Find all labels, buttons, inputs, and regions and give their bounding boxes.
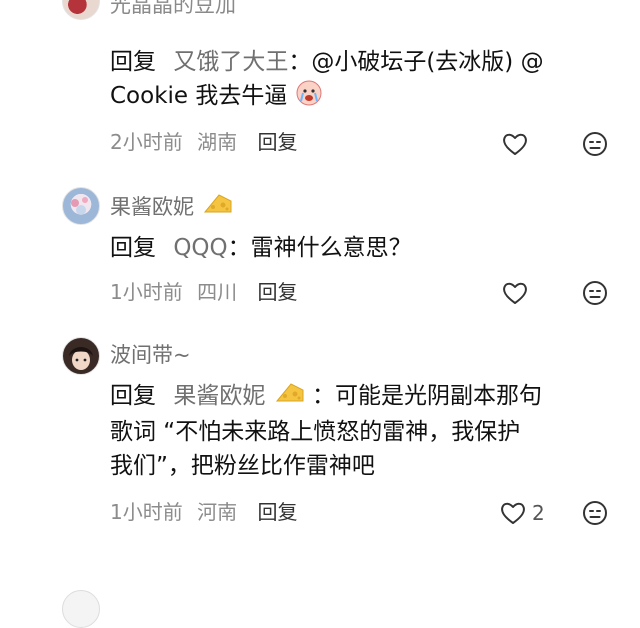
heart-outline-icon[interactable]	[499, 499, 527, 527]
content-text-line2: Cookie 我去牛逼	[110, 83, 288, 109]
reply-keyword: 回复	[110, 235, 156, 261]
username[interactable]: 波间带~	[110, 340, 191, 370]
colon: ：	[288, 49, 312, 75]
reply-button[interactable]: 回复	[257, 500, 297, 524]
comment-meta: 1小时前 四川 回复	[110, 278, 297, 306]
colon: ：	[227, 235, 251, 261]
username[interactable]: 光晶晶的豆加	[110, 0, 236, 20]
content-text-line1: 可能是光阴副本那句	[334, 383, 542, 409]
like-count: 2	[532, 501, 545, 525]
location: 湖南	[197, 130, 238, 154]
reply-keyword: 回复	[110, 49, 156, 75]
reply-button[interactable]: 回复	[257, 280, 297, 304]
location: 四川	[197, 280, 238, 304]
content-text: 雷神什么意思？	[250, 235, 412, 261]
mention-user[interactable]: 果酱欧妮	[173, 383, 312, 409]
username-text[interactable]: 果酱欧妮	[110, 195, 194, 219]
content-text-line3: 我们”，把粉丝比作雷神吧	[110, 453, 375, 479]
timestamp: 1小时前	[110, 280, 183, 304]
username[interactable]: 果酱欧妮	[110, 192, 233, 224]
heart-outline-icon[interactable]	[501, 279, 529, 307]
mention-user[interactable]: 又饿了大王	[173, 49, 288, 75]
next-comment-partial	[0, 586, 640, 628]
neutral-face-icon[interactable]	[581, 499, 609, 527]
comment-content: 回复 又饿了大王：@小破坛子(去冰版) @ Cookie 我去牛逼	[110, 45, 622, 117]
reply-button[interactable]: 回复	[257, 130, 297, 154]
mention-user-text[interactable]: 果酱欧妮	[173, 383, 265, 409]
comment-content: 回复 QQQ：雷神什么意思？	[110, 231, 622, 265]
content-text-line2: 歌词 “不怕未来路上愤怒的雷神，我保护	[110, 419, 521, 445]
reply-keyword: 回复	[110, 383, 156, 409]
avatar[interactable]	[62, 0, 100, 20]
neutral-face-icon[interactable]	[581, 279, 609, 307]
neutral-face-icon[interactable]	[581, 130, 609, 158]
avatar[interactable]	[62, 337, 100, 375]
timestamp: 2小时前	[110, 130, 183, 154]
comment-meta: 1小时前 河南 回复	[110, 498, 297, 526]
comment-content: 回复 果酱欧妮 ：可能是光阴副本那句 歌词 “不怕未来路上愤怒的雷神，我保护 我…	[110, 379, 622, 483]
content-text-line1: @小破坛子(去冰版) @	[311, 49, 544, 75]
avatar[interactable]	[62, 187, 100, 225]
avatar[interactable]	[62, 590, 100, 628]
comment-meta: 2小时前 湖南 回复	[110, 128, 297, 156]
location: 河南	[197, 500, 238, 524]
colon: ：	[311, 383, 335, 409]
mention-user[interactable]: QQQ	[173, 235, 227, 261]
crying-face-emoji	[295, 79, 323, 117]
cheese-icon	[203, 192, 233, 224]
timestamp: 1小时前	[110, 500, 183, 524]
cheese-icon	[275, 381, 305, 415]
heart-outline-icon[interactable]	[501, 130, 529, 158]
